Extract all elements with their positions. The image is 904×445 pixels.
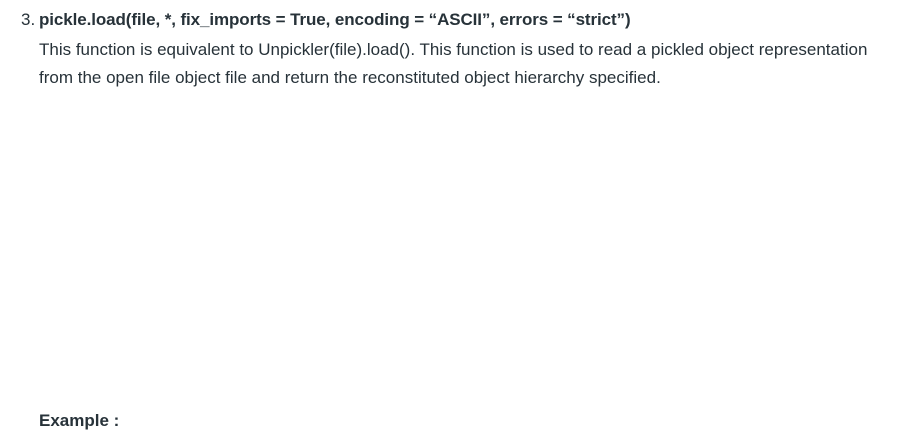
list-number: 3. [21, 10, 36, 29]
item-heading: 3. pickle.load(file, *, fix_imports = Tr… [21, 8, 891, 32]
function-description: This function is equivalent to Unpickler… [39, 40, 868, 87]
example-heading: Example : [39, 411, 120, 430]
function-signature: pickle.load(file, *, fix_imports = True,… [39, 10, 631, 29]
list-item-pickle-load: 3. pickle.load(file, *, fix_imports = Tr… [21, 8, 891, 92]
